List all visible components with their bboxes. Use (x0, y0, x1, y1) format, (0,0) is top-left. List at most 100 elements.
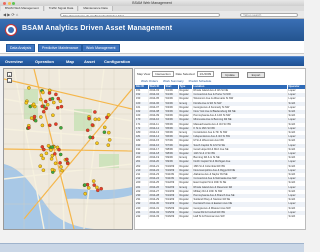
back-forward-icons[interactable]: ◀ ▶ ⟳ ⌂ (3, 12, 18, 17)
map-marker[interactable] (106, 113, 111, 117)
map-marker[interactable] (40, 104, 44, 109)
map-panel[interactable]: + − (3, 68, 133, 230)
map-marker[interactable] (93, 117, 98, 122)
map-marker[interactable] (48, 123, 52, 128)
browser-search-input[interactable]: Yahoo search (240, 12, 298, 17)
map-marker[interactable] (43, 99, 48, 104)
menu-overview[interactable]: Overview (5, 57, 23, 66)
subnav-predictive-maintenance[interactable]: Predictive Maintenance (38, 44, 83, 52)
map-marker[interactable] (50, 167, 55, 172)
date-input[interactable]: 1/1/2009 (196, 71, 215, 77)
subnav-work-management[interactable]: Work Management (82, 44, 120, 52)
map-marker[interactable] (41, 109, 46, 114)
map-marker[interactable] (95, 185, 99, 190)
map-marker[interactable] (51, 113, 55, 117)
map-marker[interactable] (53, 152, 57, 156)
map-marker[interactable] (41, 156, 45, 161)
map-marker[interactable] (45, 102, 50, 107)
menu-operation[interactable]: Operation (35, 57, 54, 66)
update-button[interactable]: Update (221, 72, 239, 78)
map-marker[interactable] (59, 165, 63, 169)
map-marker[interactable] (49, 157, 54, 161)
map-marker[interactable] (41, 168, 46, 172)
map-marker[interactable] (65, 161, 70, 166)
map-marker[interactable] (86, 186, 91, 190)
map-marker[interactable] (99, 186, 103, 191)
map-marker[interactable] (107, 138, 112, 142)
filter-controls: Map View Intersection Date Selected 1/1/… (137, 71, 265, 78)
zoom-out-icon[interactable]: − (7, 78, 12, 84)
map-marker[interactable] (60, 168, 64, 173)
map-marker[interactable] (83, 183, 87, 187)
ibm-logo-icon (5, 24, 17, 36)
subnav-data-analysis[interactable]: Data Analysis (6, 44, 36, 52)
map-marker[interactable] (50, 145, 55, 149)
map-marker[interactable] (54, 122, 58, 126)
map-marker[interactable] (52, 100, 56, 105)
map-marker[interactable] (40, 123, 45, 128)
table-row[interactable]: 242 2014-33 5/16/09 Regular Half St & Potoma… (135, 215, 305, 220)
map-marker[interactable] (59, 126, 63, 130)
map-marker[interactable] (27, 86, 31, 90)
map-marker[interactable] (54, 92, 58, 97)
zoom-control[interactable]: + − (7, 72, 12, 96)
map-marker[interactable] (46, 144, 51, 148)
map-marker[interactable] (39, 115, 43, 119)
map-view-select[interactable]: Intersection (152, 71, 174, 77)
map-marker[interactable] (88, 135, 92, 139)
map-marker[interactable] (58, 161, 62, 165)
map-marker[interactable] (87, 116, 91, 121)
table-cell: Smith (287, 215, 305, 220)
map-marker[interactable] (27, 126, 31, 130)
table-cell: Regular (178, 215, 193, 220)
map-marker[interactable] (102, 130, 107, 134)
menu-configuration[interactable]: Configuration (104, 57, 130, 66)
map-marker[interactable] (38, 164, 42, 168)
map-marker[interactable] (65, 157, 69, 162)
map-marker[interactable] (56, 105, 60, 110)
map-marker[interactable] (97, 117, 101, 122)
map-marker[interactable] (39, 97, 43, 102)
city-map[interactable] (4, 69, 132, 229)
panel-subtabs: Work Orders Work Summary Predict Schedul… (141, 79, 211, 83)
map-marker[interactable] (44, 151, 49, 156)
map-marker[interactable] (58, 152, 63, 157)
map-marker[interactable] (58, 99, 63, 104)
map-marker[interactable] (92, 183, 96, 187)
map-marker[interactable] (56, 96, 61, 101)
zoom-in-icon[interactable]: + (7, 72, 12, 78)
map-marker[interactable] (39, 153, 44, 158)
map-marker[interactable] (96, 188, 100, 193)
map-marker[interactable] (50, 96, 55, 101)
tab-work-orders[interactable]: Work Orders (141, 79, 158, 83)
map-marker[interactable] (47, 91, 52, 95)
map-marker[interactable] (107, 130, 111, 135)
menu-asset[interactable]: Asset (84, 57, 95, 66)
map-marker[interactable] (31, 102, 36, 107)
map-marker[interactable] (93, 110, 97, 114)
map-marker[interactable] (29, 116, 34, 120)
map-marker[interactable] (91, 179, 96, 183)
map-marker[interactable] (53, 161, 58, 166)
map-marker[interactable] (83, 191, 87, 196)
map-marker[interactable] (32, 114, 37, 119)
table-cell: 2014-33 (148, 215, 165, 220)
map-marker[interactable] (103, 125, 107, 130)
tab-predict-schedule[interactable]: Predict Schedule (189, 79, 212, 83)
map-marker[interactable] (95, 141, 99, 145)
map-marker[interactable] (49, 148, 53, 152)
address-bar[interactable]: http://www.bsam.dc.gov/bsam/web/index.ht… (60, 12, 220, 17)
tab-work-summary[interactable]: Work Summary (163, 79, 184, 83)
map-marker[interactable] (106, 143, 111, 147)
map-marker[interactable] (24, 101, 29, 105)
map-marker[interactable] (57, 147, 61, 152)
export-button[interactable]: Export (247, 72, 265, 78)
map-marker[interactable] (40, 145, 45, 149)
menu-map[interactable]: Map (66, 57, 74, 66)
map-marker[interactable] (41, 90, 45, 95)
map-marker[interactable] (59, 104, 64, 109)
map-marker[interactable] (33, 118, 38, 123)
map-view-label: Map View (137, 72, 151, 76)
map-marker[interactable] (90, 123, 95, 127)
map-marker[interactable] (85, 128, 90, 133)
